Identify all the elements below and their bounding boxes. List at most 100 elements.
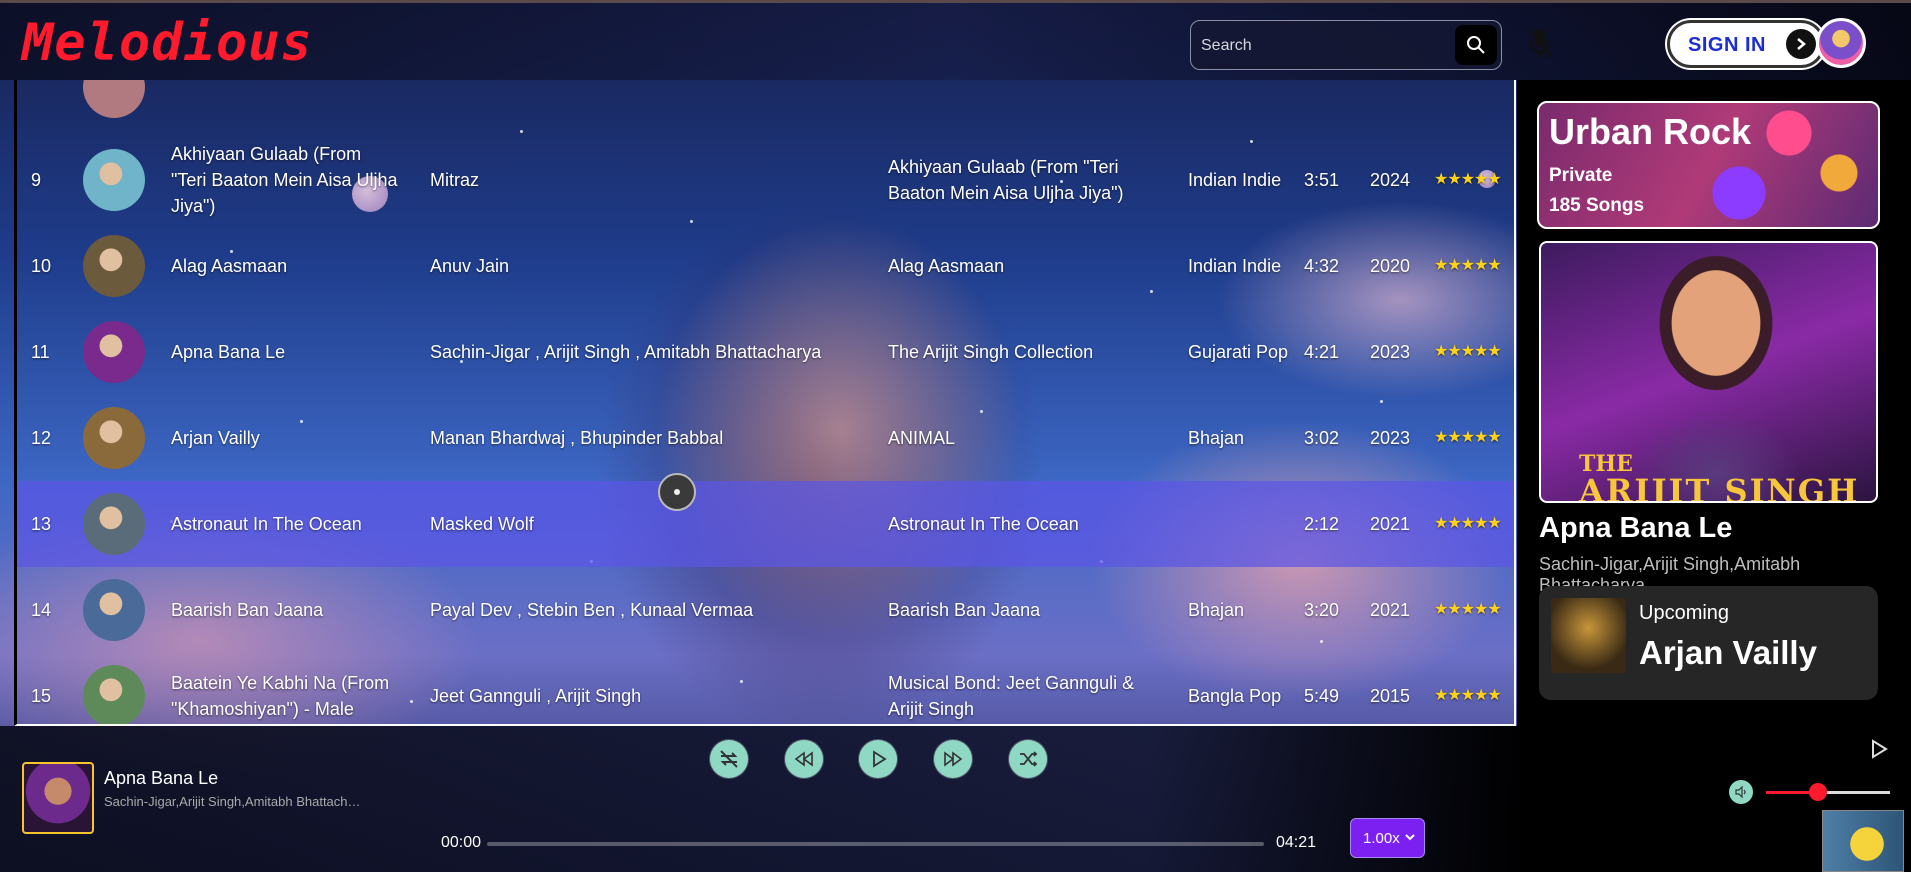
player-thumbnail <box>22 762 94 834</box>
song-row[interactable]: 14 Baarish Ban Jaana Payal Dev , Stebin Be… <box>17 567 1514 653</box>
speaker-icon <box>1735 785 1746 799</box>
playlist-card[interactable]: Urban Rock Private 185 Songs <box>1537 101 1880 229</box>
song-thumbnail <box>83 149 145 211</box>
upcoming-title: Arjan Vailly <box>1639 634 1817 671</box>
top-bar: Melodious SIGN IN <box>0 0 1911 80</box>
progress-bar[interactable] <box>487 842 1264 846</box>
song-row[interactable]: 9 Akhiyaan Gulaab (From "Teri Baaton Mein… <box>17 137 1514 223</box>
song-title: Alag Aasmaan <box>171 256 288 276</box>
song-number: 12 <box>31 428 52 448</box>
song-title: Astronaut In The Ocean <box>171 514 362 534</box>
song-album: Alag Aasmaan <box>888 256 1005 276</box>
search-icon <box>1467 36 1485 54</box>
song-genre <box>1188 481 1308 567</box>
upcoming-thumbnail <box>1551 598 1626 673</box>
song-rating: ★★★★★ <box>1434 171 1502 188</box>
mic-off-button[interactable] <box>1524 25 1556 61</box>
song-row[interactable]: 13 Astronaut In The Ocean Masked Wolf Astro… <box>17 481 1514 567</box>
song-number: 11 <box>31 342 50 362</box>
song-album: Astronaut In The Ocean <box>888 514 1079 534</box>
repeat-off-icon <box>720 750 738 768</box>
user-avatar[interactable] <box>1816 18 1866 68</box>
song-rating: ★★★★★ <box>1434 343 1502 360</box>
song-genre: Bangla Pop <box>1188 686 1282 706</box>
mascot-image <box>1822 810 1904 872</box>
song-thumbnail <box>83 80 145 118</box>
song-duration: 3:51 <box>1304 170 1340 190</box>
song-year: 2023 <box>1370 342 1411 362</box>
song-year: 2023 <box>1370 428 1411 448</box>
song-artist: Sachin-Jigar , Arijit Singh , Amitabh Bh… <box>430 342 822 362</box>
shuffle-button[interactable] <box>1009 740 1047 778</box>
song-artist: Masked Wolf <box>430 514 534 534</box>
playback-speed-select[interactable]: 1.00x <box>1350 818 1425 858</box>
volume-slider[interactable] <box>1766 783 1890 801</box>
side-play-button[interactable] <box>1868 738 1890 765</box>
song-genre: Gujarati Pop <box>1188 342 1289 362</box>
total-time: 04:21 <box>1276 834 1317 851</box>
search-box <box>1190 20 1502 70</box>
song-row[interactable]: 10 Alag Aasmaan Anuv Jain Alag Aasmaan India… <box>17 223 1514 309</box>
song-title: Apna Bana Le <box>171 342 286 362</box>
song-duration: 3:20 <box>1304 600 1340 620</box>
mic-off-icon <box>1528 28 1552 58</box>
song-list: 9 Akhiyaan Gulaab (From "Teri Baaton Mein… <box>14 80 1516 726</box>
search-button[interactable] <box>1455 25 1497 65</box>
fast-forward-icon <box>944 751 963 767</box>
song-row[interactable]: 11 Apna Bana Le Sachin-Jigar , Arijit Sing… <box>17 309 1514 395</box>
song-year: 2020 <box>1370 256 1411 276</box>
cover-artwork-text: THE ARIJIT SINGH <box>1579 451 1860 503</box>
current-time: 00:00 <box>441 834 482 851</box>
sign-in-button[interactable]: SIGN IN <box>1667 20 1825 68</box>
song-year: 2021 <box>1370 514 1411 534</box>
upcoming-label: Upcoming <box>1639 602 1730 624</box>
rewind-button[interactable] <box>785 740 823 778</box>
song-thumbnail <box>83 321 145 383</box>
player-bar: Apna Bana Le Sachin-Jigar,Arijit Singh,A… <box>0 726 1911 872</box>
song-row-partial-top[interactable] <box>17 80 1514 130</box>
song-album: ANIMAL <box>888 428 956 448</box>
song-rating: ★★★★★ <box>1434 257 1502 274</box>
song-duration: 2:12 <box>1304 514 1340 534</box>
vinyl-playing-indicator <box>658 473 696 511</box>
song-number: 10 <box>31 256 52 276</box>
song-row[interactable]: 15 Baatein Ye Kabhi Na (From "Khamoshiyan… <box>17 653 1514 724</box>
song-duration: 5:49 <box>1304 686 1340 706</box>
search-input[interactable] <box>1201 31 1441 61</box>
song-title: Akhiyaan Gulaab (From "Teri Baaton Mein … <box>171 144 398 216</box>
song-genre: Bhajan <box>1188 428 1245 448</box>
song-thumbnail <box>83 665 145 724</box>
song-title: Baarish Ban Jaana <box>171 600 324 620</box>
song-year: 2015 <box>1370 686 1411 706</box>
song-number: 14 <box>31 600 52 620</box>
song-artist: Anuv Jain <box>430 256 510 276</box>
song-row[interactable]: 12 Arjan Vailly Manan Bhardwaj , Bhupinder… <box>17 395 1514 481</box>
song-year: 2021 <box>1370 600 1411 620</box>
song-artist: Jeet Gannguli , Arijit Singh <box>430 686 642 706</box>
song-thumbnail <box>83 235 145 297</box>
song-thumbnail <box>83 493 145 555</box>
song-year: 2024 <box>1370 170 1411 190</box>
right-panel: Urban Rock Private 185 Songs THE ARIJIT … <box>1517 80 1911 726</box>
song-artist: Manan Bhardwaj , Bhupinder Babbal <box>430 428 724 448</box>
play-button[interactable] <box>859 740 897 778</box>
song-thumbnail <box>83 407 145 469</box>
app-logo[interactable]: Melodious <box>22 13 313 73</box>
song-number: 13 <box>31 514 52 534</box>
fast-forward-button[interactable] <box>934 740 972 778</box>
upcoming-card[interactable]: Upcoming Arjan Vailly <box>1539 586 1878 700</box>
song-rating: ★★★★★ <box>1434 515 1502 532</box>
playback-speed-value: 1.00x <box>1363 829 1400 847</box>
volume-knob[interactable] <box>1809 783 1828 801</box>
repeat-button[interactable] <box>710 740 748 778</box>
song-album: Baarish Ban Jaana <box>888 600 1041 620</box>
song-thumbnail <box>83 579 145 641</box>
song-number: 15 <box>31 686 52 706</box>
song-rating: ★★★★★ <box>1434 601 1502 618</box>
play-icon <box>873 750 887 768</box>
player-artist: Sachin-Jigar,Arijit Singh,Amitabh Bhatta… <box>104 794 364 809</box>
playlist-song-count: 185 Songs <box>1549 195 1645 216</box>
player-title: Apna Bana Le <box>104 768 219 788</box>
song-title: Arjan Vailly <box>171 428 260 448</box>
volume-button[interactable] <box>1729 780 1753 804</box>
